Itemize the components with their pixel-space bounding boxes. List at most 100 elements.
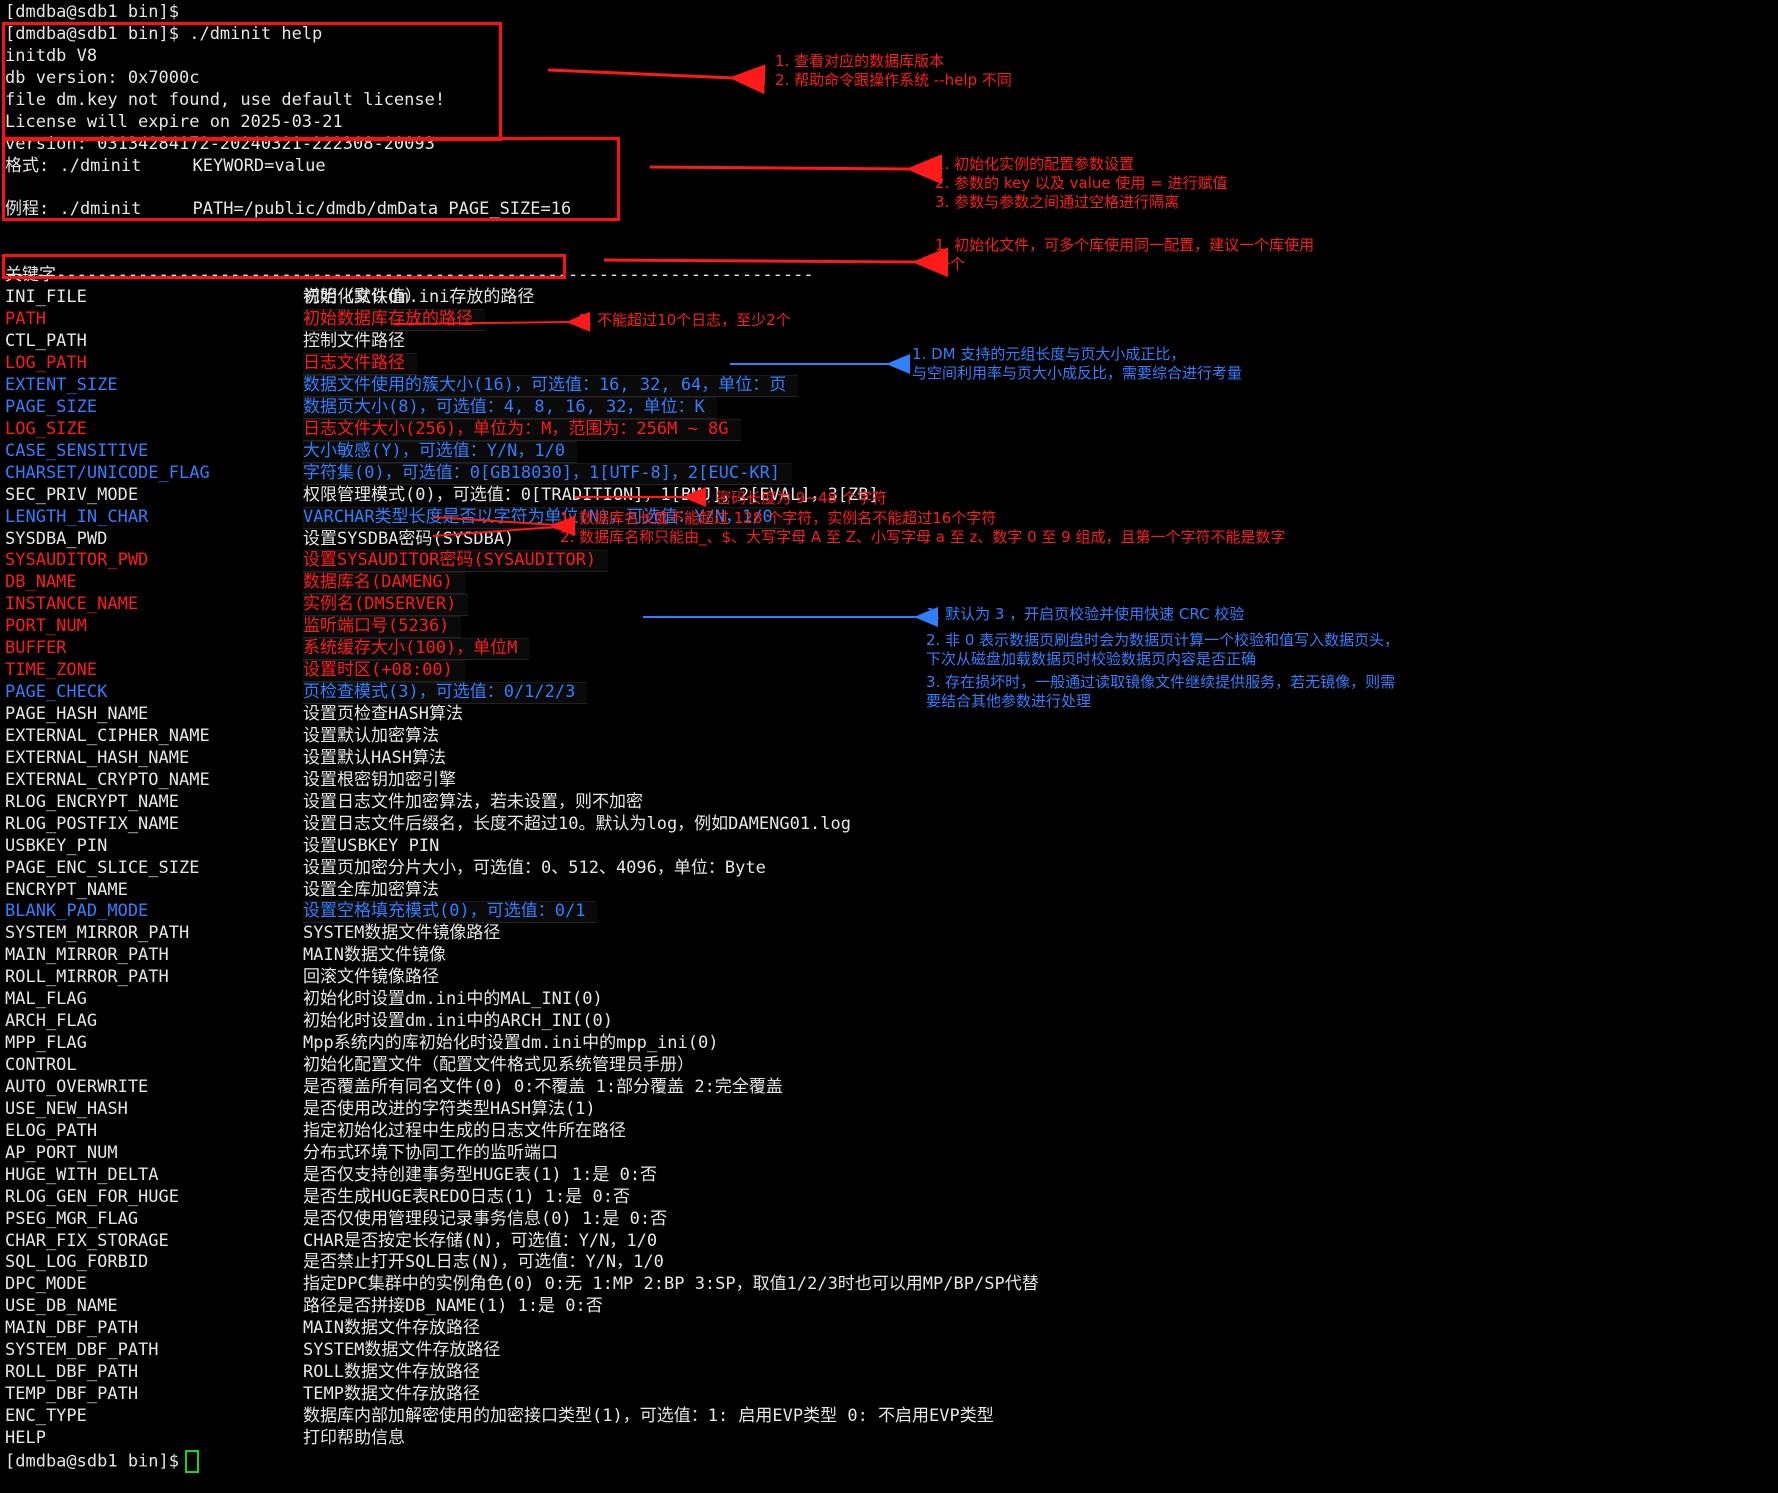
param-row: ROLL_DBF_PATH ROLL数据文件存放路径 <box>5 1362 1205 1384</box>
param-desc: 设置时区(+08:00) <box>303 660 465 683</box>
param-desc: 设置全库加密算法 <box>303 879 439 900</box>
param-desc: 是否覆盖所有同名文件(0) 0:不覆盖 1:部分覆盖 2:完全覆盖 <box>303 1076 783 1097</box>
param-key: EXTENT_SIZE <box>5 374 118 395</box>
param-row: HUGE_WITH_DELTA 是否仅支持创建事务型HUGE表(1) 1:是 0:… <box>5 1165 1205 1187</box>
param-row: EXTERNAL_CIPHER_NAME 设置默认加密算法 <box>5 726 1205 748</box>
param-desc: 初始化配置文件（配置文件格式见系统管理员手册） <box>303 1055 694 1075</box>
page-check-note-3: 3. 存在损坏时，一般通过读取镜像文件继续提供服务，若无镜像，则需 要结合其他参… <box>926 673 1396 710</box>
param-row: SEC_PRIV_MODE 权限管理模式(0)，可选值：0[TRADITION]，… <box>5 485 1205 507</box>
param-key: USE_DB_NAME <box>5 1296 118 1317</box>
param-key: ROLL_DBF_PATH <box>5 1362 139 1383</box>
param-row: PAGE_SIZE 数据页大小(8)，可选值：4, 8, 16, 32，单位：K <box>5 396 1205 419</box>
param-desc: 设置默认加密算法 <box>303 725 439 746</box>
param-row: ENC_TYPE 数据库内部加解密使用的加密接口类型(1)，可选值：1: 启用EV… <box>5 1406 1205 1428</box>
log-path-note: 1. 不能超过10个日志，至少2个 <box>578 311 791 329</box>
param-key: PAGE_ENC_SLICE_SIZE <box>5 857 200 878</box>
param-key: DB_NAME <box>5 572 77 593</box>
param-desc: 页检查模式(3)，可选值：0/1/2/3 <box>303 682 588 705</box>
param-desc: 初始化时设置dm.ini中的MAL_INI(0) <box>303 989 603 1010</box>
param-key: CONTROL <box>5 1055 77 1075</box>
param-key: ENCRYPT_NAME <box>5 879 128 900</box>
param-desc: 实例名(DMSERVER) <box>303 594 469 617</box>
param-desc: 设置日志文件后缀名，长度不超过10。默认为log，例如DAMENG01.log <box>303 813 851 834</box>
param-key: USBKEY_PIN <box>5 835 108 856</box>
param-key: EXTERNAL_CIPHER_NAME <box>5 725 210 746</box>
param-key: SYSTEM_MIRROR_PATH <box>5 923 190 944</box>
param-key: EXTERNAL_HASH_NAME <box>5 747 190 768</box>
param-key: PAGE_CHECK <box>5 682 108 703</box>
param-row: MAIN_MIRROR_PATH MAIN数据文件镜像 <box>5 945 1205 967</box>
param-key: CHARSET/UNICODE_FLAG <box>5 462 210 483</box>
param-key: ROLL_MIRROR_PATH <box>5 967 169 988</box>
terminal-output: [dmdba@sdb1 bin]$ [dmdba@sdb1 bin]$ ./dm… <box>5 2 1205 1473</box>
param-desc: 初始化时设置dm.ini中的ARCH_INI(0) <box>303 1011 613 1032</box>
param-desc: 是否禁止打开SQL日志(N)，可选值：Y/N，1/0 <box>303 1252 664 1273</box>
param-key: BLANK_PAD_MODE <box>5 901 149 922</box>
param-desc: 设置USBKEY PIN <box>303 835 440 856</box>
param-key: PAGE_SIZE <box>5 396 98 417</box>
param-key: SYSDBA_PWD <box>5 528 108 549</box>
param-row: MAL_FLAG 初始化时设置dm.ini中的MAL_INI(0) <box>5 989 1205 1011</box>
param-row: DB_NAME 数据库名(DAMENG) <box>5 572 1205 595</box>
param-desc: 初始化文件dm.ini存放的路径 <box>303 287 535 308</box>
param-row: MAIN_DBF_PATH MAIN数据文件存放路径 <box>5 1318 1205 1340</box>
param-key: LENGTH_IN_CHAR <box>5 506 149 527</box>
param-key: PSEG_MGR_FLAG <box>5 1208 139 1229</box>
param-key: CASE_SENSITIVE <box>5 440 149 461</box>
page-size-note: 1. DM 支持的元组长度与页大小成正比， 与空间利用率与页大小成反比，需要综合… <box>912 345 1243 382</box>
param-key: LOG_SIZE <box>5 418 87 439</box>
page-check-note: 1. 默认为 3 ，开启页校验并使用快速 CRC 校验 <box>926 605 1245 623</box>
final-prompt-line[interactable]: [dmdba@sdb1 bin]$ <box>5 1449 1205 1473</box>
param-key: ENC_TYPE <box>5 1406 87 1426</box>
param-key: SQL_LOG_FORBID <box>5 1252 149 1273</box>
param-key: RLOG_POSTFIX_NAME <box>5 813 179 834</box>
param-row: CHAR_FIX_STORAGE CHAR是否按定长存储(N)，可选值：Y/N，1… <box>5 1231 1205 1253</box>
param-key: ARCH_FLAG <box>5 1011 98 1032</box>
param-desc: 设置页检查HASH算法 <box>303 704 463 724</box>
version-box <box>2 22 502 141</box>
param-desc: 设置日志文件加密算法，若未设置，则不加密 <box>303 791 643 812</box>
param-key: HUGE_WITH_DELTA <box>5 1164 159 1185</box>
param-key: TIME_ZONE <box>5 660 98 681</box>
param-key: BUFFER <box>5 638 67 659</box>
param-key: HELP <box>5 1427 46 1448</box>
param-key: CTL_PATH <box>5 331 87 352</box>
param-desc: 字符集(0)，可选值：0[GB18030]，1[UTF-8]，2[EUC-KR] <box>303 462 793 485</box>
param-key: PAGE_HASH_NAME <box>5 704 149 724</box>
param-desc: 路径是否拼接DB_NAME(1) 1:是 0:否 <box>303 1296 603 1317</box>
param-row: RLOG_GEN_FOR_HUGE 是否生成HUGE表REDO日志(1) 1:是 … <box>5 1187 1205 1209</box>
param-key: MPP_FLAG <box>5 1033 87 1054</box>
param-key: PATH <box>5 309 46 330</box>
param-key: MAL_FLAG <box>5 989 87 1010</box>
param-row: EXTERNAL_HASH_NAME 设置默认HASH算法 <box>5 748 1205 770</box>
param-row: CASE_SENSITIVE 大小敏感(Y)，可选值：Y/N，1/0 <box>5 440 1205 463</box>
param-row: RLOG_POSTFIX_NAME 设置日志文件后缀名，长度不超过10。默认为lo… <box>5 814 1205 836</box>
param-row: SYSTEM_DBF_PATH SYSTEM数据文件存放路径 <box>5 1340 1205 1362</box>
param-row: BLANK_PAD_MODE 设置空格填充模式(0)，可选值：0/1 <box>5 901 1205 924</box>
param-desc: 监听端口号(5236) <box>303 616 462 639</box>
param-desc: SYSTEM数据文件存放路径 <box>303 1340 501 1361</box>
param-desc: 是否仅使用管理段记录事务信息(0) 1:是 0:否 <box>303 1208 668 1229</box>
param-desc: 打印帮助信息 <box>303 1427 405 1448</box>
param-desc: 是否生成HUGE表REDO日志(1) 1:是 0:否 <box>303 1186 630 1207</box>
param-desc: 数据库内部加解密使用的加密接口类型(1)，可选值：1: 启用EVP类型 0: 不… <box>303 1406 994 1426</box>
prompt-line: [dmdba@sdb1 bin]$ <box>5 2 179 22</box>
param-key: PORT_NUM <box>5 616 87 637</box>
param-key: INSTANCE_NAME <box>5 594 139 615</box>
param-key: CHAR_FIX_STORAGE <box>5 1230 169 1251</box>
param-row: SYSAUDITOR_PWD 设置SYSAUDITOR密码(SYSAUDITOR) <box>5 550 1205 573</box>
param-desc: 回滚文件镜像路径 <box>303 967 439 988</box>
param-row: AUTO_OVERWRITE 是否覆盖所有同名文件(0) 0:不覆盖 1:部分覆盖… <box>5 1077 1205 1099</box>
final-prompt: [dmdba@sdb1 bin]$ <box>5 1451 179 1472</box>
param-desc: 设置页加密分片大小，可选值：0、512、4096，单位：Byte <box>303 857 766 878</box>
param-desc: 数据文件使用的簇大小(16)，可选值：16, 32, 64，单位：页 <box>303 374 799 397</box>
param-key: SYSAUDITOR_PWD <box>5 550 149 571</box>
param-row: DPC_MODE 指定DPC集群中的实例角色(0) 0:无 1:MP 2:BP 3… <box>5 1274 1205 1296</box>
param-desc: 日志文件大小(256)，单位为：M，范围为：256M ~ 8G <box>303 418 741 441</box>
param-key: AP_PORT_NUM <box>5 1142 118 1163</box>
param-row: CONTROL 初始化配置文件（配置文件格式见系统管理员手册） <box>5 1055 1205 1077</box>
param-key: RLOG_ENCRYPT_NAME <box>5 791 179 812</box>
param-desc: 设置SYSAUDITOR密码(SYSAUDITOR) <box>303 550 609 573</box>
param-desc: Mpp系统内的库初始化时设置dm.ini中的mpp_ini(0) <box>303 1033 719 1054</box>
param-key: SYSTEM_DBF_PATH <box>5 1340 159 1361</box>
